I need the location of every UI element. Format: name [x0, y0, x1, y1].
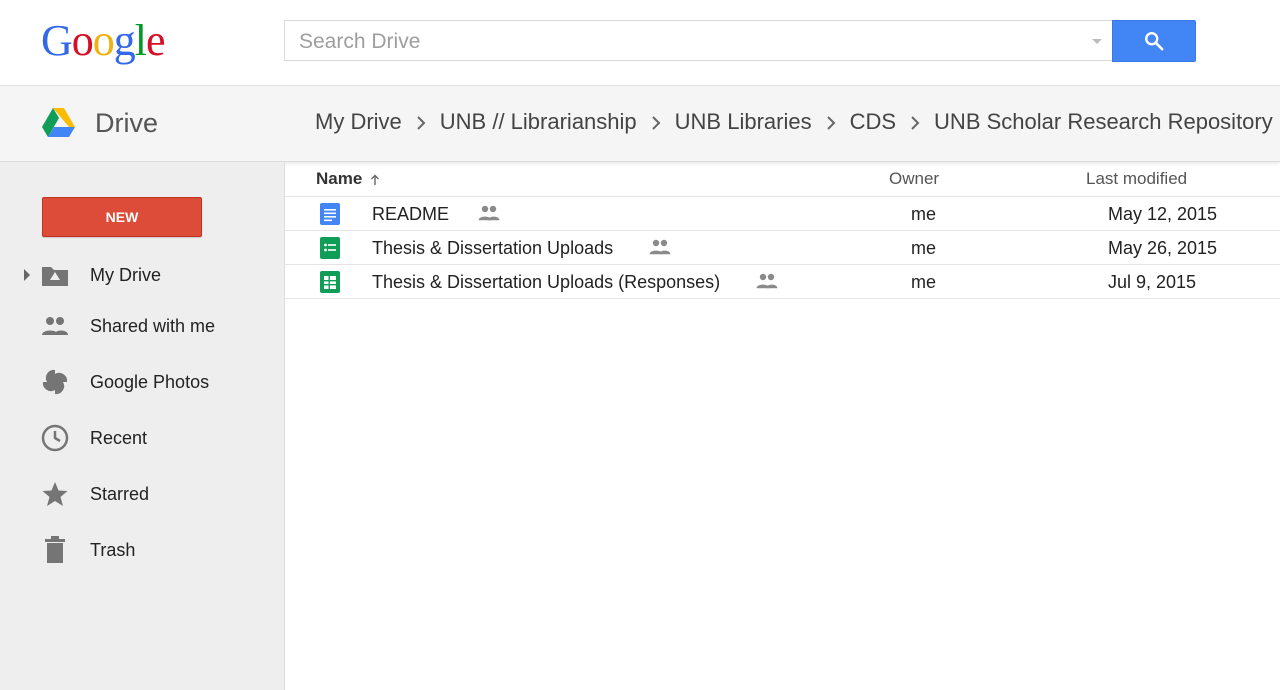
file-owner: me [911, 238, 937, 258]
logo-letter: e [146, 16, 166, 65]
google-sheets-icon [320, 271, 340, 293]
sidebar-item-recent[interactable]: Recent [0, 418, 284, 458]
chevron-right-icon [637, 109, 675, 135]
file-row[interactable]: Thesis & Dissertation Uploads me May 26,… [285, 231, 1280, 265]
search-icon [1145, 32, 1164, 51]
sidebar-item-label: Google Photos [90, 371, 210, 392]
file-owner: me [911, 272, 937, 292]
column-header-name-label: Name [316, 169, 363, 188]
file-row[interactable]: README me May 12, 2015 [285, 197, 1280, 231]
search-options-dropdown[interactable] [1092, 39, 1102, 44]
star-icon [40, 479, 70, 509]
sidebar-item-label: Trash [90, 539, 136, 560]
sort-ascending-icon [371, 174, 380, 185]
google-docs-icon [320, 203, 340, 225]
sidebar-item-label: My Drive [90, 264, 161, 285]
logo-letter: l [134, 16, 147, 65]
file-last-modified: Jul 9, 2015 [1108, 272, 1197, 292]
logo-letter: o [92, 16, 115, 65]
shared-people-icon [478, 205, 500, 221]
google-forms-icon [320, 237, 340, 259]
file-name: README [372, 204, 450, 224]
logo-letter: o [71, 16, 94, 65]
column-header-owner[interactable]: Owner [889, 169, 939, 189]
column-header-name[interactable]: Name [316, 169, 380, 189]
photos-pinwheel-icon [40, 367, 70, 397]
sidebar-item-starred[interactable]: Starred [0, 474, 284, 514]
breadcrumb-item-current[interactable]: UNB Scholar Research Repository [934, 109, 1273, 135]
breadcrumb-item[interactable]: CDS [850, 109, 896, 135]
sidebar-item-my-drive[interactable]: My Drive [0, 255, 284, 295]
sidebar-item-google-photos[interactable]: Google Photos [0, 362, 284, 402]
chevron-right-icon [402, 109, 440, 135]
file-owner: me [911, 204, 937, 224]
file-list-header: Name Owner Last modified [285, 162, 1280, 197]
shared-people-icon [649, 239, 671, 255]
file-name: Thesis & Dissertation Uploads [372, 238, 614, 258]
sidebar-item-label: Shared with me [90, 315, 216, 336]
clock-icon [40, 423, 70, 453]
breadcrumb: My Drive UNB // Librarianship UNB Librar… [315, 109, 1273, 135]
column-header-last-modified[interactable]: Last modified [1086, 169, 1187, 189]
sidebar-item-label: Starred [90, 483, 150, 504]
google-logo[interactable]: Google [41, 16, 166, 66]
file-row[interactable]: Thesis & Dissertation Uploads (Responses… [285, 265, 1280, 299]
file-last-modified: May 12, 2015 [1108, 204, 1218, 224]
drive-logo-icon[interactable] [42, 108, 76, 143]
file-name: Thesis & Dissertation Uploads (Responses… [372, 272, 721, 292]
my-drive-icon [40, 260, 70, 290]
sidebar-item-label: Recent [90, 427, 148, 448]
search-button[interactable] [1112, 20, 1196, 62]
search-box [284, 20, 1112, 61]
chevron-right-icon [812, 109, 850, 135]
logo-letter: g [113, 16, 136, 65]
breadcrumb-item[interactable]: UNB Libraries [675, 109, 812, 135]
breadcrumb-item[interactable]: UNB // Librarianship [440, 109, 637, 135]
shared-people-icon [40, 311, 70, 341]
file-last-modified: May 26, 2015 [1108, 238, 1218, 258]
breadcrumb-item[interactable]: My Drive [315, 109, 402, 135]
expand-arrow-icon[interactable] [24, 269, 30, 281]
trash-icon [40, 535, 70, 565]
shared-people-icon [756, 273, 778, 289]
chevron-right-icon [896, 109, 934, 135]
logo-letter: G [41, 16, 73, 65]
drive-header-bar: Drive My Drive UNB // Librarianship UNB … [0, 86, 1280, 162]
top-bar: Google [0, 0, 1280, 86]
search-input[interactable] [297, 22, 1081, 61]
new-button[interactable]: NEW [42, 197, 202, 237]
sidebar-item-shared-with-me[interactable]: Shared with me [0, 306, 284, 346]
file-list: Name Owner Last modified README me May 1… [285, 162, 1280, 299]
drive-title[interactable]: Drive [95, 108, 158, 139]
sidebar: NEW My Drive Shared with me Google Photo… [0, 162, 285, 690]
sidebar-item-trash[interactable]: Trash [0, 530, 284, 570]
